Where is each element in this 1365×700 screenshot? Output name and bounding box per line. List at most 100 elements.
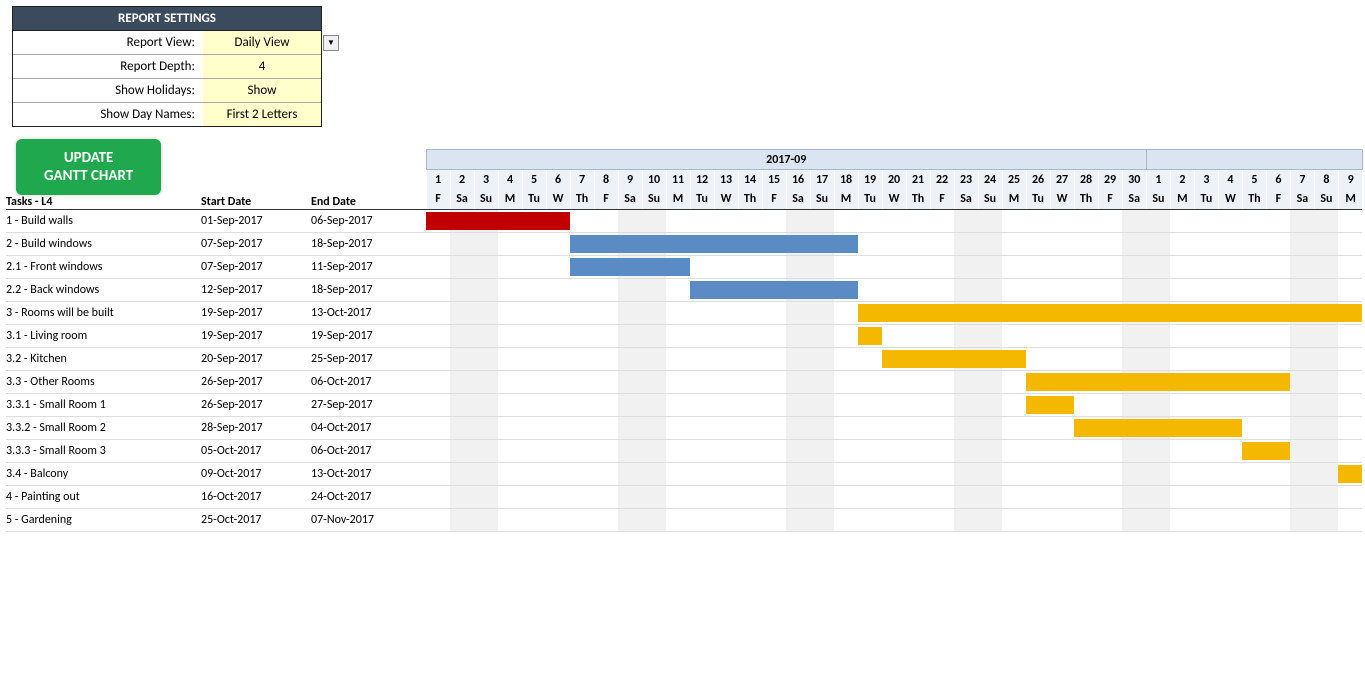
day-cell <box>570 509 594 532</box>
gantt-bar <box>954 350 978 368</box>
day-cell <box>1290 371 1314 394</box>
gantt-bar <box>1266 373 1290 391</box>
day-cell <box>1194 256 1218 279</box>
day-cell <box>978 417 1002 440</box>
day-cell <box>450 348 474 371</box>
day-cell <box>1146 256 1170 279</box>
day-cell <box>450 325 474 348</box>
day-cell <box>522 417 546 440</box>
gantt-bar <box>858 304 882 322</box>
day-cell <box>786 486 810 509</box>
day-cell <box>762 348 786 371</box>
gantt-bar <box>1338 304 1362 322</box>
day-cell <box>1026 371 1050 394</box>
chevron-down-icon[interactable]: ▼ <box>323 35 339 51</box>
day-cell <box>882 486 906 509</box>
day-cell <box>498 279 522 302</box>
gantt-bar <box>498 212 522 230</box>
day-cell <box>474 509 498 532</box>
day-cell <box>642 509 666 532</box>
day-cell <box>474 256 498 279</box>
day-cell <box>450 417 474 440</box>
task-name: 3.3.2 - Small Room 2 <box>6 417 201 440</box>
day-cell <box>1242 348 1266 371</box>
day-cell <box>1290 509 1314 532</box>
day-cell <box>1002 486 1026 509</box>
day-cell <box>1314 417 1338 440</box>
day-cell <box>618 440 642 463</box>
day-name-header: Tu <box>690 190 714 210</box>
day-cell <box>1146 233 1170 256</box>
gantt-bar <box>834 235 858 253</box>
day-number-header: 4 <box>498 170 522 190</box>
day-cell <box>1074 440 1098 463</box>
day-cell <box>570 417 594 440</box>
day-cell <box>450 463 474 486</box>
day-cell <box>522 256 546 279</box>
gantt-bar <box>1026 304 1050 322</box>
day-cell <box>1314 256 1338 279</box>
day-cell <box>594 486 618 509</box>
day-cell <box>690 256 714 279</box>
day-cell <box>1002 279 1026 302</box>
gantt-bar <box>882 350 906 368</box>
update-gantt-button[interactable]: UPDATE GANTT CHART <box>16 139 161 195</box>
day-cell <box>474 486 498 509</box>
day-cell <box>1194 348 1218 371</box>
day-cell <box>666 440 690 463</box>
day-number-header: 9 <box>1338 170 1362 190</box>
day-cell <box>1098 210 1122 233</box>
day-cell <box>594 463 618 486</box>
day-cell <box>546 486 570 509</box>
settings-value[interactable]: 4 <box>203 55 321 78</box>
day-cell <box>1074 302 1098 325</box>
day-cell <box>618 233 642 256</box>
settings-row: Report Depth:4 <box>13 55 321 79</box>
day-cell <box>834 486 858 509</box>
day-name-header: Tu <box>522 190 546 210</box>
day-cell <box>738 256 762 279</box>
update-button-line2: GANTT CHART <box>44 167 133 185</box>
gantt-bar <box>1146 419 1170 437</box>
day-cell <box>498 210 522 233</box>
day-cell <box>546 509 570 532</box>
day-cell <box>858 256 882 279</box>
day-cell <box>1170 394 1194 417</box>
day-cell <box>450 486 474 509</box>
day-cell <box>690 417 714 440</box>
day-cell <box>810 256 834 279</box>
gantt-bar <box>1314 304 1338 322</box>
day-cell <box>714 371 738 394</box>
settings-value[interactable]: First 2 Letters <box>203 103 321 126</box>
day-number-header: 20 <box>882 170 906 190</box>
day-cell <box>738 486 762 509</box>
day-cell <box>594 417 618 440</box>
day-cell <box>570 486 594 509</box>
day-cell <box>930 371 954 394</box>
settings-value[interactable]: Daily View▼ <box>203 31 321 54</box>
day-cell <box>858 371 882 394</box>
day-name-header: M <box>498 190 522 210</box>
gantt-bar <box>1074 373 1098 391</box>
day-cell <box>882 394 906 417</box>
day-cell <box>474 233 498 256</box>
day-cell <box>1122 509 1146 532</box>
gantt-bar <box>858 327 882 345</box>
day-cell <box>498 509 522 532</box>
day-cell <box>930 463 954 486</box>
column-header-start: Start Date <box>201 190 311 210</box>
day-cell <box>1074 256 1098 279</box>
task-start: 12-Sep-2017 <box>201 279 311 302</box>
gantt-bar <box>1122 373 1146 391</box>
day-cell <box>930 256 954 279</box>
day-cell <box>570 210 594 233</box>
day-cell <box>498 302 522 325</box>
day-cell <box>1050 210 1074 233</box>
day-cell <box>1194 509 1218 532</box>
day-cell <box>954 348 978 371</box>
gantt-bar <box>1098 304 1122 322</box>
day-cell <box>498 256 522 279</box>
settings-value[interactable]: Show <box>203 79 321 102</box>
day-cell <box>1146 279 1170 302</box>
day-cell <box>1122 256 1146 279</box>
